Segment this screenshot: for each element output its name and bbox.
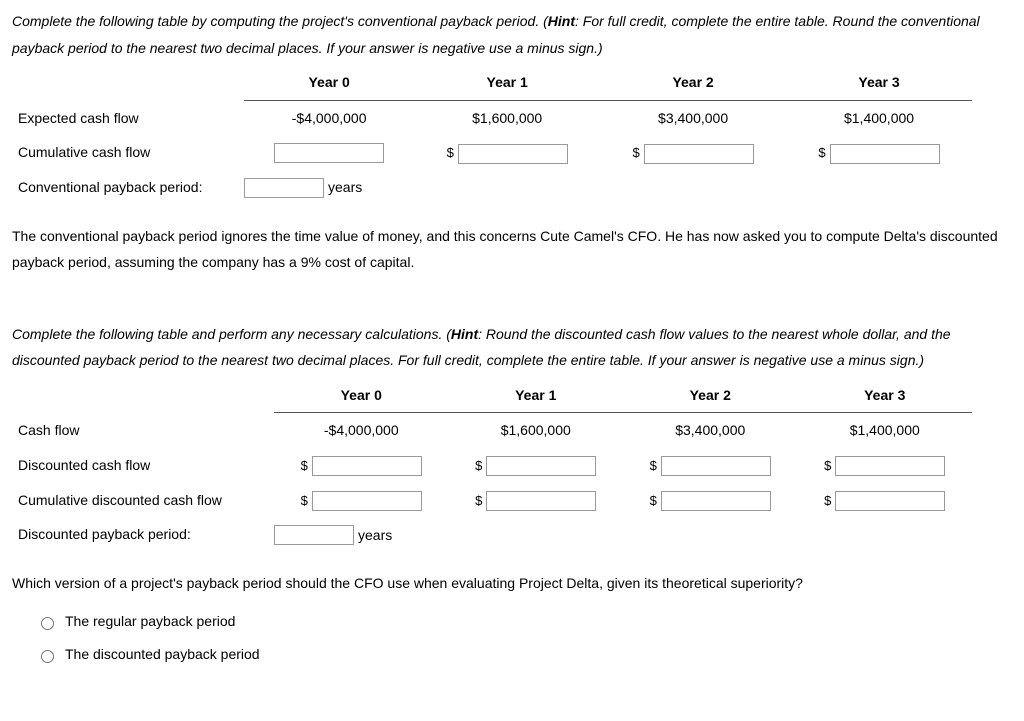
table-row: Cumulative discounted cash flow $ $ $ $ xyxy=(12,483,972,518)
discounted-period-input[interactable] xyxy=(274,525,354,545)
cash-flow-label: Cash flow xyxy=(12,413,274,448)
discounted-cf-y1-input[interactable] xyxy=(486,456,596,476)
table-row: Cumulative cash flow $ $ $ xyxy=(12,135,972,170)
cumulative-cf-label: Cumulative cash flow xyxy=(12,135,244,170)
cumulative-cf-y2-input[interactable] xyxy=(644,144,754,164)
table-row: Cash flow -$4,000,000 $1,600,000 $3,400,… xyxy=(12,413,972,448)
discounted-cf-y2-input[interactable] xyxy=(661,456,771,476)
table-row: Discounted payback period: years xyxy=(12,517,972,552)
cumulative-cf-y0-input[interactable] xyxy=(274,143,384,163)
col-year1: Year 1 xyxy=(414,65,600,100)
cf-y1: $1,600,000 xyxy=(449,413,624,448)
years-unit: years xyxy=(328,174,362,201)
cum-discounted-cf-y0-input[interactable] xyxy=(312,491,422,511)
expected-cf-y0: -$4,000,000 xyxy=(244,100,414,135)
expected-cf-y2: $3,400,000 xyxy=(600,100,786,135)
radio-group: The regular payback period The discounte… xyxy=(12,605,1012,672)
col-year2: Year 2 xyxy=(600,65,786,100)
table-row: Conventional payback period: years xyxy=(12,170,972,205)
cf-y2: $3,400,000 xyxy=(623,413,798,448)
cumulative-cf-y3-input[interactable] xyxy=(830,144,940,164)
expected-cash-flow-label: Expected cash flow xyxy=(12,100,244,135)
col-year3: Year 3 xyxy=(786,65,972,100)
radio-regular-label: The regular payback period xyxy=(65,605,235,639)
col-year1: Year 1 xyxy=(449,378,624,413)
expected-cf-y1: $1,600,000 xyxy=(414,100,600,135)
cf-y3: $1,400,000 xyxy=(798,413,973,448)
question-text: Which version of a project's payback per… xyxy=(12,570,1012,597)
years-unit: years xyxy=(358,522,392,549)
discounted-cf-label: Discounted cash flow xyxy=(12,448,274,483)
radio-discounted-label: The discounted payback period xyxy=(65,638,260,672)
cum-discounted-cf-y2-input[interactable] xyxy=(661,491,771,511)
discounted-cf-y3-input[interactable] xyxy=(835,456,945,476)
cum-discounted-cf-y3-input[interactable] xyxy=(835,491,945,511)
cf-y0: -$4,000,000 xyxy=(274,413,449,448)
radio-discounted[interactable] xyxy=(41,650,54,663)
conventional-table: Year 0 Year 1 Year 2 Year 3 Expected cas… xyxy=(12,65,972,205)
col-year2: Year 2 xyxy=(623,378,798,413)
para-discounted-intro: The conventional payback period ignores … xyxy=(12,223,1012,276)
conventional-period-label: Conventional payback period: xyxy=(12,170,244,205)
table-row: Discounted cash flow $ $ $ $ xyxy=(12,448,972,483)
table-row: Expected cash flow -$4,000,000 $1,600,00… xyxy=(12,100,972,135)
instruction-discounted: Complete the following table and perform… xyxy=(12,321,1012,374)
discounted-period-label: Discounted payback period: xyxy=(12,517,274,552)
instruction-conventional: Complete the following table by computin… xyxy=(12,8,1012,61)
col-year0: Year 0 xyxy=(274,378,449,413)
discounted-table: Year 0 Year 1 Year 2 Year 3 Cash flow -$… xyxy=(12,378,972,552)
radio-regular[interactable] xyxy=(41,617,54,630)
discounted-cf-y0-input[interactable] xyxy=(312,456,422,476)
conventional-period-input[interactable] xyxy=(244,178,324,198)
col-year3: Year 3 xyxy=(798,378,973,413)
expected-cf-y3: $1,400,000 xyxy=(786,100,972,135)
cumulative-discounted-cf-label: Cumulative discounted cash flow xyxy=(12,483,274,518)
cumulative-cf-y1-input[interactable] xyxy=(458,144,568,164)
cum-discounted-cf-y1-input[interactable] xyxy=(486,491,596,511)
col-year0: Year 0 xyxy=(244,65,414,100)
